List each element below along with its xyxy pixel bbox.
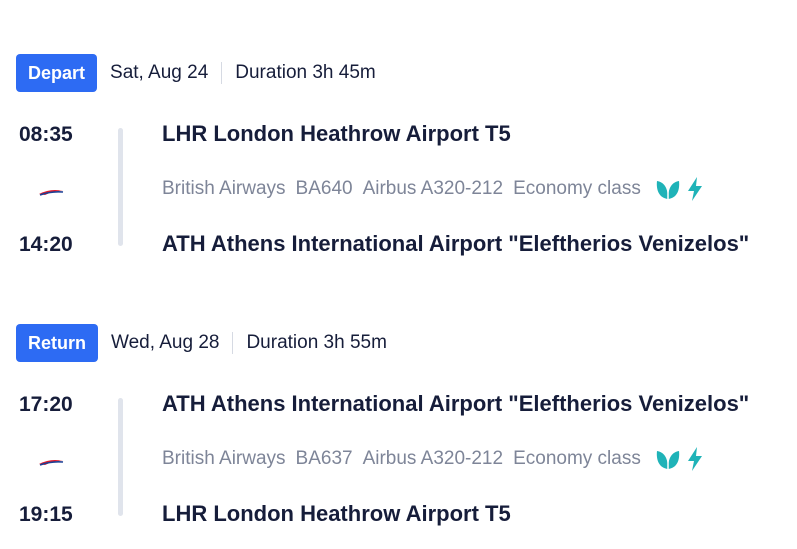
aircraft-type: Airbus A320-212: [362, 448, 504, 469]
leg-date: Sat, Aug 24: [110, 62, 209, 83]
timeline-bar: [118, 128, 123, 246]
destination-airport: LHR London Heathrow Airport T5: [162, 501, 511, 526]
origin-airport: LHR London Heathrow Airport T5: [162, 121, 511, 146]
timeline-bar: [118, 398, 123, 516]
flight-details: British Airways BA637 Airbus A320-212 Ec…: [162, 446, 709, 472]
cabin-class: Economy class: [513, 178, 641, 199]
flight-number: BA637: [295, 448, 353, 469]
departure-time: 17:20: [19, 393, 73, 416]
lightning-icon: [687, 447, 702, 471]
leg-duration: Duration 3h 45m: [235, 62, 376, 83]
lightning-icon: [687, 177, 702, 201]
british-airways-logo-icon: [37, 454, 65, 466]
depart-badge: Depart: [16, 54, 98, 92]
leg-duration: Duration 3h 55m: [246, 332, 387, 353]
flight-details: British Airways BA640 Airbus A320-212 Ec…: [162, 176, 709, 202]
return-badge: Return: [16, 324, 98, 362]
leaf-icon: [656, 181, 680, 199]
origin-airport: ATH Athens International Airport "Elefth…: [162, 391, 750, 416]
aircraft-type: Airbus A320-212: [362, 178, 504, 199]
departure-time: 08:35: [19, 123, 73, 146]
divider: [221, 62, 223, 84]
arrival-time: 19:15: [19, 503, 73, 526]
leaf-icon: [656, 451, 680, 469]
airline-name: British Airways: [162, 178, 286, 199]
cabin-class: Economy class: [513, 448, 641, 469]
flight-number: BA640: [295, 178, 353, 199]
airline-name: British Airways: [162, 448, 286, 469]
british-airways-logo-icon: [37, 184, 65, 196]
arrival-time: 14:20: [19, 233, 73, 256]
leg-header: Depart Sat, Aug 24 Duration 3h 45m: [16, 54, 376, 92]
destination-airport: ATH Athens International Airport "Elefth…: [162, 231, 750, 256]
leg-date: Wed, Aug 28: [111, 332, 220, 353]
amenity-icons: [655, 177, 709, 201]
divider: [232, 332, 234, 354]
leg-header: Return Wed, Aug 28 Duration 3h 55m: [16, 324, 387, 362]
amenity-icons: [655, 447, 709, 471]
